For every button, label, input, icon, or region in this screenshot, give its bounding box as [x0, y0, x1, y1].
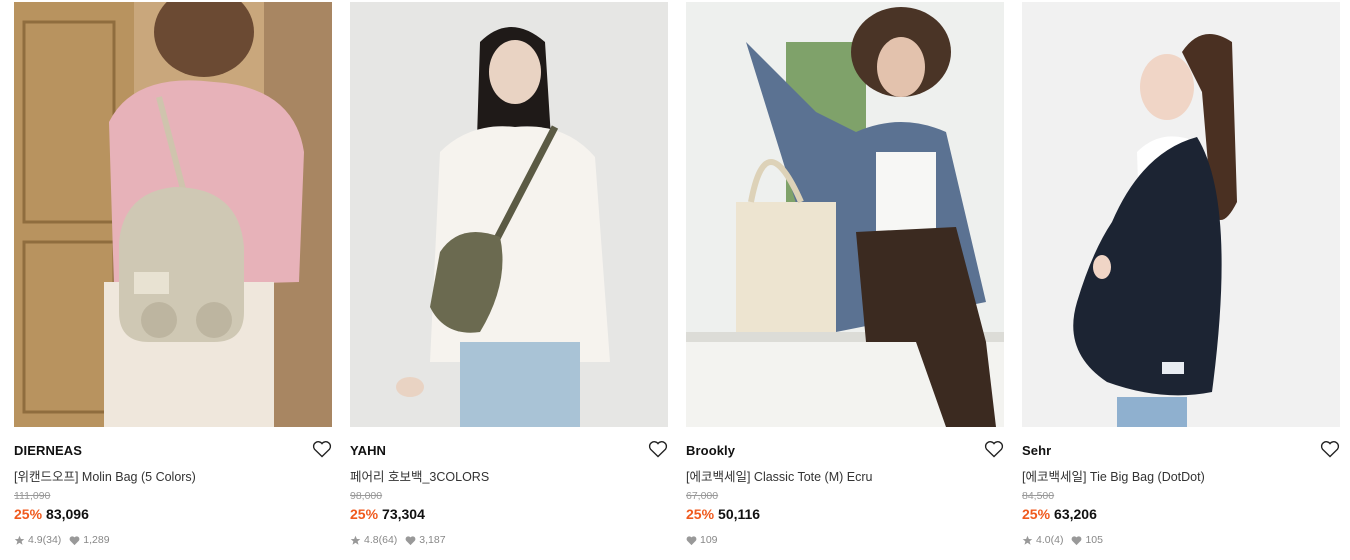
heart-filled-icon [686, 535, 697, 545]
review-count: (4) [1050, 534, 1064, 546]
likes: 3,187 [405, 534, 446, 546]
product-card[interactable]: YAHN 페어리 호보백_3COLORS 98,000 25% 73,304 4.… [350, 2, 668, 558]
original-price: 111,090 [14, 490, 51, 502]
star-icon [1022, 535, 1033, 545]
rating-value: 4.0 [1036, 534, 1051, 546]
product-name[interactable]: [에코백세일] Tie Big Bag (DotDot) [1022, 466, 1205, 485]
like-button[interactable] [648, 440, 668, 458]
product-card[interactable]: DIERNEAS [위캔드오프] Molin Bag (5 Colors) 11… [14, 2, 332, 558]
price-line: 25% 63,206 [1022, 506, 1097, 522]
like-button[interactable] [1320, 440, 1340, 458]
discount-rate: 25% [1022, 506, 1051, 522]
product-stats: 4.0 (4) 105 [1022, 534, 1111, 546]
like-count: 109 [700, 534, 718, 546]
heart-filled-icon [405, 535, 416, 545]
original-price: 84,500 [1022, 490, 1055, 502]
original-price: 98,000 [350, 490, 383, 502]
heart-outline-icon [312, 441, 332, 458]
discount-rate: 25% [686, 506, 715, 522]
product-image[interactable] [686, 2, 1004, 427]
product-image[interactable] [14, 2, 332, 427]
like-button[interactable] [312, 440, 332, 458]
discount-rate: 25% [14, 506, 43, 522]
like-count: 1,289 [83, 534, 110, 546]
discount-rate: 25% [350, 506, 379, 522]
star-icon [14, 535, 25, 545]
product-image[interactable] [1022, 2, 1340, 427]
brand-name[interactable]: Sehr [1022, 443, 1051, 458]
rating: 4.8 (64) [350, 534, 397, 546]
product-grid: DIERNEAS [위캔드오프] Molin Bag (5 Colors) 11… [0, 0, 1350, 560]
likes: 1,289 [69, 534, 110, 546]
star-icon [350, 535, 361, 545]
product-name[interactable]: 페어리 호보백_3COLORS [350, 466, 489, 485]
price-line: 25% 83,096 [14, 506, 89, 522]
rating: 4.9 (34) [14, 534, 61, 546]
original-price: 67,000 [686, 490, 719, 502]
like-button[interactable] [984, 440, 1004, 458]
like-count: 105 [1085, 534, 1103, 546]
heart-outline-icon [984, 441, 1004, 458]
rating-value: 4.8 [364, 534, 379, 546]
heart-outline-icon [648, 441, 668, 458]
review-count: (64) [378, 534, 398, 546]
brand-name[interactable]: YAHN [350, 443, 386, 458]
likes: 109 [686, 534, 718, 546]
price-line: 25% 73,304 [350, 506, 425, 522]
likes: 105 [1071, 534, 1103, 546]
heart-filled-icon [1072, 535, 1082, 545]
product-stats: 109 [686, 534, 726, 546]
sale-price: 50,116 [718, 506, 761, 522]
heart-filled-icon [69, 535, 80, 545]
sale-price: 63,206 [1054, 506, 1097, 522]
product-image[interactable] [350, 2, 668, 427]
brand-name[interactable]: DIERNEAS [14, 443, 82, 458]
rating-value: 4.9 [28, 534, 43, 546]
product-card[interactable]: Sehr [에코백세일] Tie Big Bag (DotDot) 84,500… [1022, 2, 1340, 558]
price-line: 25% 50,116 [686, 506, 760, 522]
product-card[interactable]: Brookly [에코백세일] Classic Tote (M) Ecru 67… [686, 2, 1004, 558]
rating: 4.0 (4) [1022, 534, 1063, 546]
like-count: 3,187 [419, 534, 446, 546]
product-stats: 4.8 (64) 3,187 [350, 534, 454, 546]
heart-outline-icon [1320, 441, 1340, 458]
product-name[interactable]: [에코백세일] Classic Tote (M) Ecru [686, 466, 872, 485]
product-name[interactable]: [위캔드오프] Molin Bag (5 Colors) [14, 466, 196, 485]
sale-price: 83,096 [46, 506, 89, 522]
sale-price: 73,304 [382, 506, 425, 522]
review-count: (34) [42, 534, 62, 546]
brand-name[interactable]: Brookly [686, 443, 735, 458]
product-stats: 4.9 (34) 1,289 [14, 534, 118, 546]
